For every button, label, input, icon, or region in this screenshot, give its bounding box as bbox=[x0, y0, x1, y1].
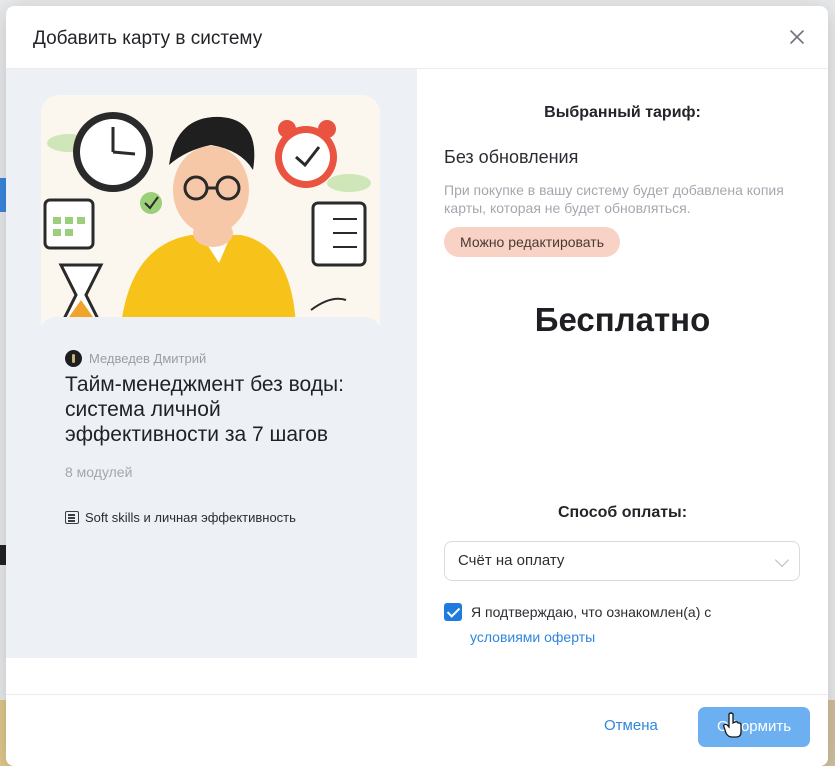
cancel-button[interactable]: Отмена bbox=[604, 717, 658, 734]
close-icon[interactable] bbox=[784, 24, 810, 50]
dialog-footer: Отмена Оформить bbox=[6, 694, 828, 766]
submit-button[interactable]: Оформить bbox=[698, 707, 810, 747]
dialog-title: Добавить карту в систему bbox=[33, 28, 263, 49]
payment-method-value: Счёт на оплату bbox=[458, 552, 565, 569]
tariff-description: При покупке в вашу систему будет добавле… bbox=[444, 182, 784, 216]
chevron-down-icon bbox=[774, 552, 790, 568]
modules-count: 8 модулей bbox=[65, 464, 133, 480]
list-icon bbox=[65, 511, 79, 524]
payment-heading: Способ оплаты: bbox=[557, 504, 688, 521]
add-card-dialog: Добавить карту в систему Медведев Дмитри… bbox=[6, 6, 828, 766]
course-preview-panel: Медведев Дмитрий Тайм-менеджмент без вод… bbox=[6, 69, 417, 658]
category-label: Soft skills и личная эффективность bbox=[85, 510, 296, 525]
price-label: Бесплатно bbox=[534, 301, 711, 338]
course-category: Soft skills и личная эффективность bbox=[65, 507, 305, 528]
offer-terms-link[interactable]: условиями оферты bbox=[470, 625, 595, 650]
dialog-header: Добавить карту в систему bbox=[6, 6, 828, 69]
editable-badge: Можно редактировать bbox=[444, 227, 620, 257]
author-name: Медведев Дмитрий bbox=[89, 351, 207, 366]
course-title: Тайм-менеджмент без воды: система личной… bbox=[65, 373, 344, 446]
consent-text: Я подтверждаю, что ознакомлен(а) с bbox=[471, 604, 712, 620]
tariff-panel: Выбранный тариф: Без обновления При поку… bbox=[417, 69, 828, 694]
hand-pointer-icon bbox=[723, 712, 743, 738]
consent-checkbox[interactable] bbox=[444, 603, 462, 621]
course-author: Медведев Дмитрий bbox=[65, 350, 206, 367]
avatar bbox=[65, 350, 82, 367]
course-card: Медведев Дмитрий Тайм-менеджмент без вод… bbox=[41, 95, 380, 658]
tariff-heading: Выбранный тариф: bbox=[544, 104, 701, 121]
payment-method-select[interactable]: Счёт на оплату bbox=[444, 541, 800, 581]
course-card-body: Медведев Дмитрий Тайм-менеджмент без вод… bbox=[41, 317, 380, 657]
tariff-name: Без обновления bbox=[444, 147, 579, 167]
course-cover-illustration bbox=[41, 95, 380, 325]
